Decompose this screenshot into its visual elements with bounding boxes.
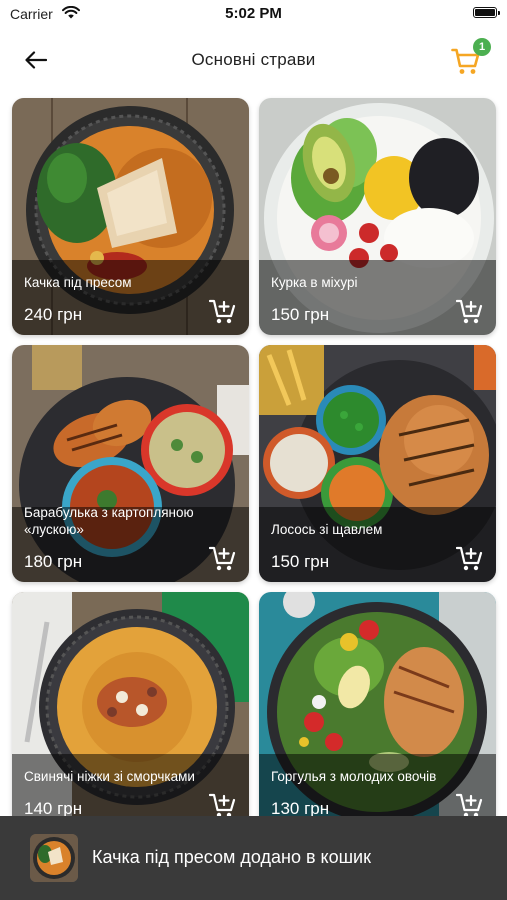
cart-count-badge: 1 — [473, 38, 491, 56]
product-name: Свинячі ніжки зі сморчками — [24, 769, 195, 784]
product-card[interactable]: Лосось зі щавлем 150 грн — [259, 345, 496, 582]
product-name: Барабулька з картопляною «лускою» — [24, 505, 194, 537]
product-price: 240 грн — [24, 305, 83, 324]
add-to-cart-icon[interactable] — [209, 546, 237, 572]
add-to-cart-icon[interactable] — [456, 299, 484, 325]
product-card[interactable]: Горгулья з молодих овочів 130 грн — [259, 592, 496, 829]
product-price: 180 грн — [24, 552, 83, 571]
dish-thumbnail-image — [30, 834, 78, 882]
battery-icon — [473, 7, 500, 18]
product-card[interactable]: Барабулька з картопляною «лускою» 180 гр… — [12, 345, 249, 582]
product-name: Горгулья з молодих овочів — [271, 769, 437, 784]
product-name: Лосось зі щавлем — [271, 522, 383, 537]
status-time: 5:02 PM — [225, 5, 282, 22]
product-price: 150 грн — [271, 305, 330, 324]
status-bar: Carrier 5:02 PM — [0, 0, 507, 28]
add-to-cart-icon[interactable] — [456, 546, 484, 572]
add-to-cart-icon[interactable] — [209, 299, 237, 325]
product-name: Курка в міхурі — [271, 275, 358, 290]
page-title: Основні страви — [191, 50, 316, 69]
cart-button[interactable]: 1 — [451, 38, 491, 76]
snackbar-thumbnail — [30, 834, 78, 882]
product-name: Качка під пресом — [24, 275, 132, 290]
product-card[interactable]: Качка під пресом 240 грн — [12, 98, 249, 335]
product-card[interactable]: Курка в міхурі 150 грн — [259, 98, 496, 335]
product-card[interactable]: Свинячі ніжки зі сморчками 140 грн — [12, 592, 249, 829]
snackbar-message: Качка під пресом додано в кошик — [92, 847, 371, 867]
nav-bar: Основні страви 1 — [0, 30, 507, 88]
added-to-cart-snackbar: Качка під пресом додано в кошик — [0, 816, 507, 900]
product-price: 150 грн — [271, 552, 330, 571]
